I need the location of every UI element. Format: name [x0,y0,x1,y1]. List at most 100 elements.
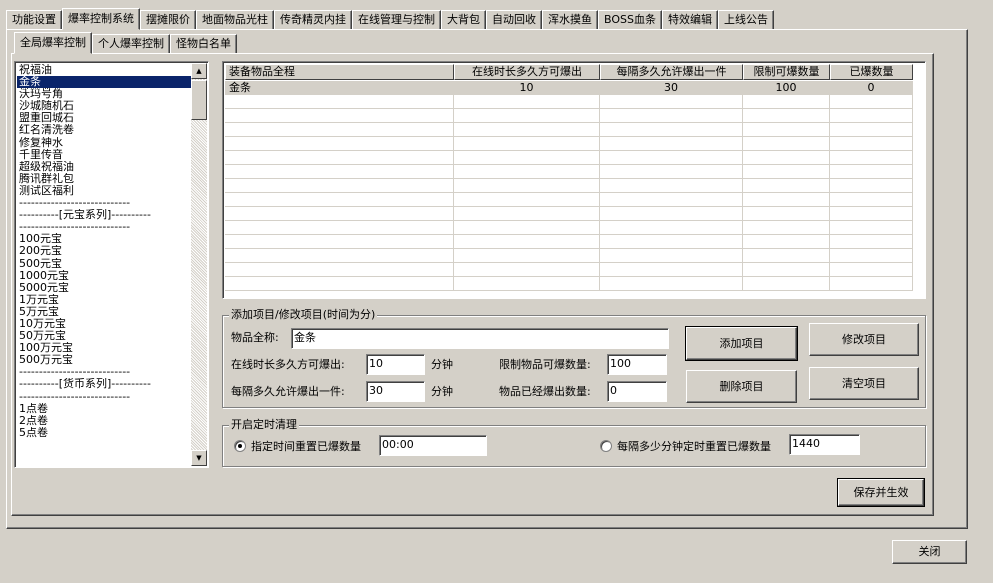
list-item[interactable]: 5点卷 [17,427,192,439]
tab-personal-drop-control[interactable]: 个人爆率控制 [92,34,170,54]
empty-table-row[interactable] [225,193,913,207]
tab-fishing[interactable]: 浑水摸鱼 [542,10,598,30]
list-item[interactable]: 50万元宝 [17,330,192,342]
item-list[interactable]: 祝福油 金条 沃玛号角 沙城随机石 盟重回城石 红名清洗卷 修复神水 千里传音 超级祝福油 腾讯群… [14,61,209,468]
list-item[interactable]: 1点卷 [17,403,192,415]
list-item[interactable]: 1000元宝 [17,270,192,282]
online-time-input[interactable]: 10 [366,354,425,375]
empty-table-row[interactable] [225,221,913,235]
list-item[interactable]: 500万元宝 [17,354,192,366]
empty-table-row[interactable] [225,235,913,249]
scroll-down-arrow-icon[interactable]: ▼ [191,450,207,466]
tab-monster-whitelist[interactable]: 怪物白名单 [170,34,237,54]
tab-auto-recycle[interactable]: 自动回收 [486,10,542,30]
reset-at-time-label[interactable]: 指定时间重置已爆数量 [251,440,361,454]
empty-table-row[interactable] [225,179,913,193]
table-cell [743,207,830,221]
list-item[interactable]: 2点卷 [17,415,192,427]
drop-item-grid[interactable]: 装备物品全程 在线时长多久方可爆出 每隔多久允许爆出一件 限制可爆数量 已爆数量… [222,61,926,299]
table-cell [225,263,454,277]
add-item-button[interactable]: 添加项目 [685,326,798,361]
empty-table-row[interactable] [225,249,913,263]
reset-every-minutes-radio[interactable] [600,440,612,452]
clear-items-button[interactable]: 清空项目 [809,367,919,400]
tab-function-settings[interactable]: 功能设置 [6,10,62,30]
list-item[interactable]: 金条 [16,75,193,90]
tab-global-drop-control[interactable]: 全局爆率控制 [14,32,92,54]
empty-table-row[interactable] [225,109,913,123]
main-tab-bar: 功能设置 爆率控制系统 摆摊限价 地面物品光柱 传奇精灵内挂 在线管理与控制 大… [6,8,774,30]
list-item[interactable]: 200元宝 [17,245,192,257]
empty-table-row[interactable] [225,137,913,151]
tab-boss-hp-bar[interactable]: BOSS血条 [598,10,662,30]
grid-header-item-name[interactable]: 装备物品全程 [225,64,454,80]
reset-every-minutes-label[interactable]: 每隔多少分钟定时重置已爆数量 [617,440,771,454]
delete-item-button[interactable]: 删除项目 [686,370,797,403]
list-item[interactable]: 沃玛号角 [17,88,192,100]
list-item[interactable]: 1万元宝 [17,294,192,306]
list-item[interactable]: 盟重回城石 [17,112,192,124]
table-cell [454,179,600,193]
grid-header-online-time[interactable]: 在线时长多久方可爆出 [454,64,600,80]
grid-header-dropped[interactable]: 已爆数量 [830,64,913,80]
list-item[interactable]: 红名清洗卷 [17,124,192,136]
list-item[interactable]: 修复神水 [17,137,192,149]
list-item[interactable]: 100元宝 [17,233,192,245]
list-item[interactable]: ---------------------------- [17,366,192,378]
empty-table-row[interactable] [225,151,913,165]
list-item[interactable]: 500元宝 [17,258,192,270]
reset-time-input[interactable]: 00:00 [379,435,487,456]
tab-online-management[interactable]: 在线管理与控制 [352,10,441,30]
tab-ground-item-beam[interactable]: 地面物品光柱 [196,10,274,30]
scroll-up-arrow-icon[interactable]: ▲ [191,63,207,79]
interval-input[interactable]: 30 [366,381,425,402]
empty-table-row[interactable] [225,165,913,179]
list-item[interactable]: 5万元宝 [17,306,192,318]
list-item[interactable]: 10万元宝 [17,318,192,330]
list-item[interactable]: ---------------------------- [17,197,192,209]
empty-table-row[interactable] [225,263,913,277]
table-cell [600,193,743,207]
dropped-count-input[interactable]: 0 [607,381,667,402]
reset-at-time-radio[interactable] [234,440,246,452]
list-item[interactable]: 5000元宝 [17,282,192,294]
list-item[interactable]: ----------[货币系列]---------- [17,378,192,390]
table-row[interactable]: 金条 10 30 100 0 [225,81,913,95]
reset-minutes-input[interactable]: 1440 [789,434,860,455]
tab-stall-price-limit[interactable]: 摆摊限价 [140,10,196,30]
table-cell [743,221,830,235]
empty-table-row[interactable] [225,95,913,109]
list-item[interactable]: 千里传音 [17,149,192,161]
drop-limit-input[interactable]: 100 [607,354,667,375]
modify-item-button[interactable]: 修改项目 [809,323,919,356]
table-cell [830,221,913,235]
list-item[interactable]: 超级祝福油 [17,161,192,173]
list-item[interactable]: 祝福油 [17,64,192,76]
tab-drop-rate-control[interactable]: 爆率控制系统 [62,8,140,30]
save-and-apply-button[interactable]: 保存并生效 [837,478,925,507]
scroll-thumb[interactable] [191,80,207,120]
tab-big-backpack[interactable]: 大背包 [441,10,486,30]
tab-legend-sprite[interactable]: 传奇精灵内挂 [274,10,352,30]
list-item[interactable]: 100万元宝 [17,342,192,354]
list-item[interactable]: ---------------------------- [17,391,192,403]
table-cell [830,109,913,123]
list-item[interactable]: ----------[元宝系列]---------- [17,209,192,221]
table-cell [600,179,743,193]
table-cell [225,249,454,263]
item-name-input[interactable]: 金条 [291,328,669,349]
tab-login-notice[interactable]: 上线公告 [717,10,774,30]
list-item[interactable]: 沙城随机石 [17,100,192,112]
grid-header-limit[interactable]: 限制可爆数量 [743,64,830,80]
list-item[interactable]: ---------------------------- [17,221,192,233]
empty-table-row[interactable] [225,123,913,137]
grid-header-interval[interactable]: 每隔多久允许爆出一件 [600,64,743,80]
close-button[interactable]: 关闭 [892,540,967,564]
empty-table-row[interactable] [225,277,913,291]
item-list-scrollbar[interactable]: ▲ ▼ [191,63,207,466]
empty-table-row[interactable] [225,207,913,221]
list-item[interactable]: 腾讯群礼包 [17,173,192,185]
table-cell [600,235,743,249]
list-item[interactable]: 测试区福利 [17,185,192,197]
tab-effect-edit[interactable]: 特效编辑 [661,10,718,30]
